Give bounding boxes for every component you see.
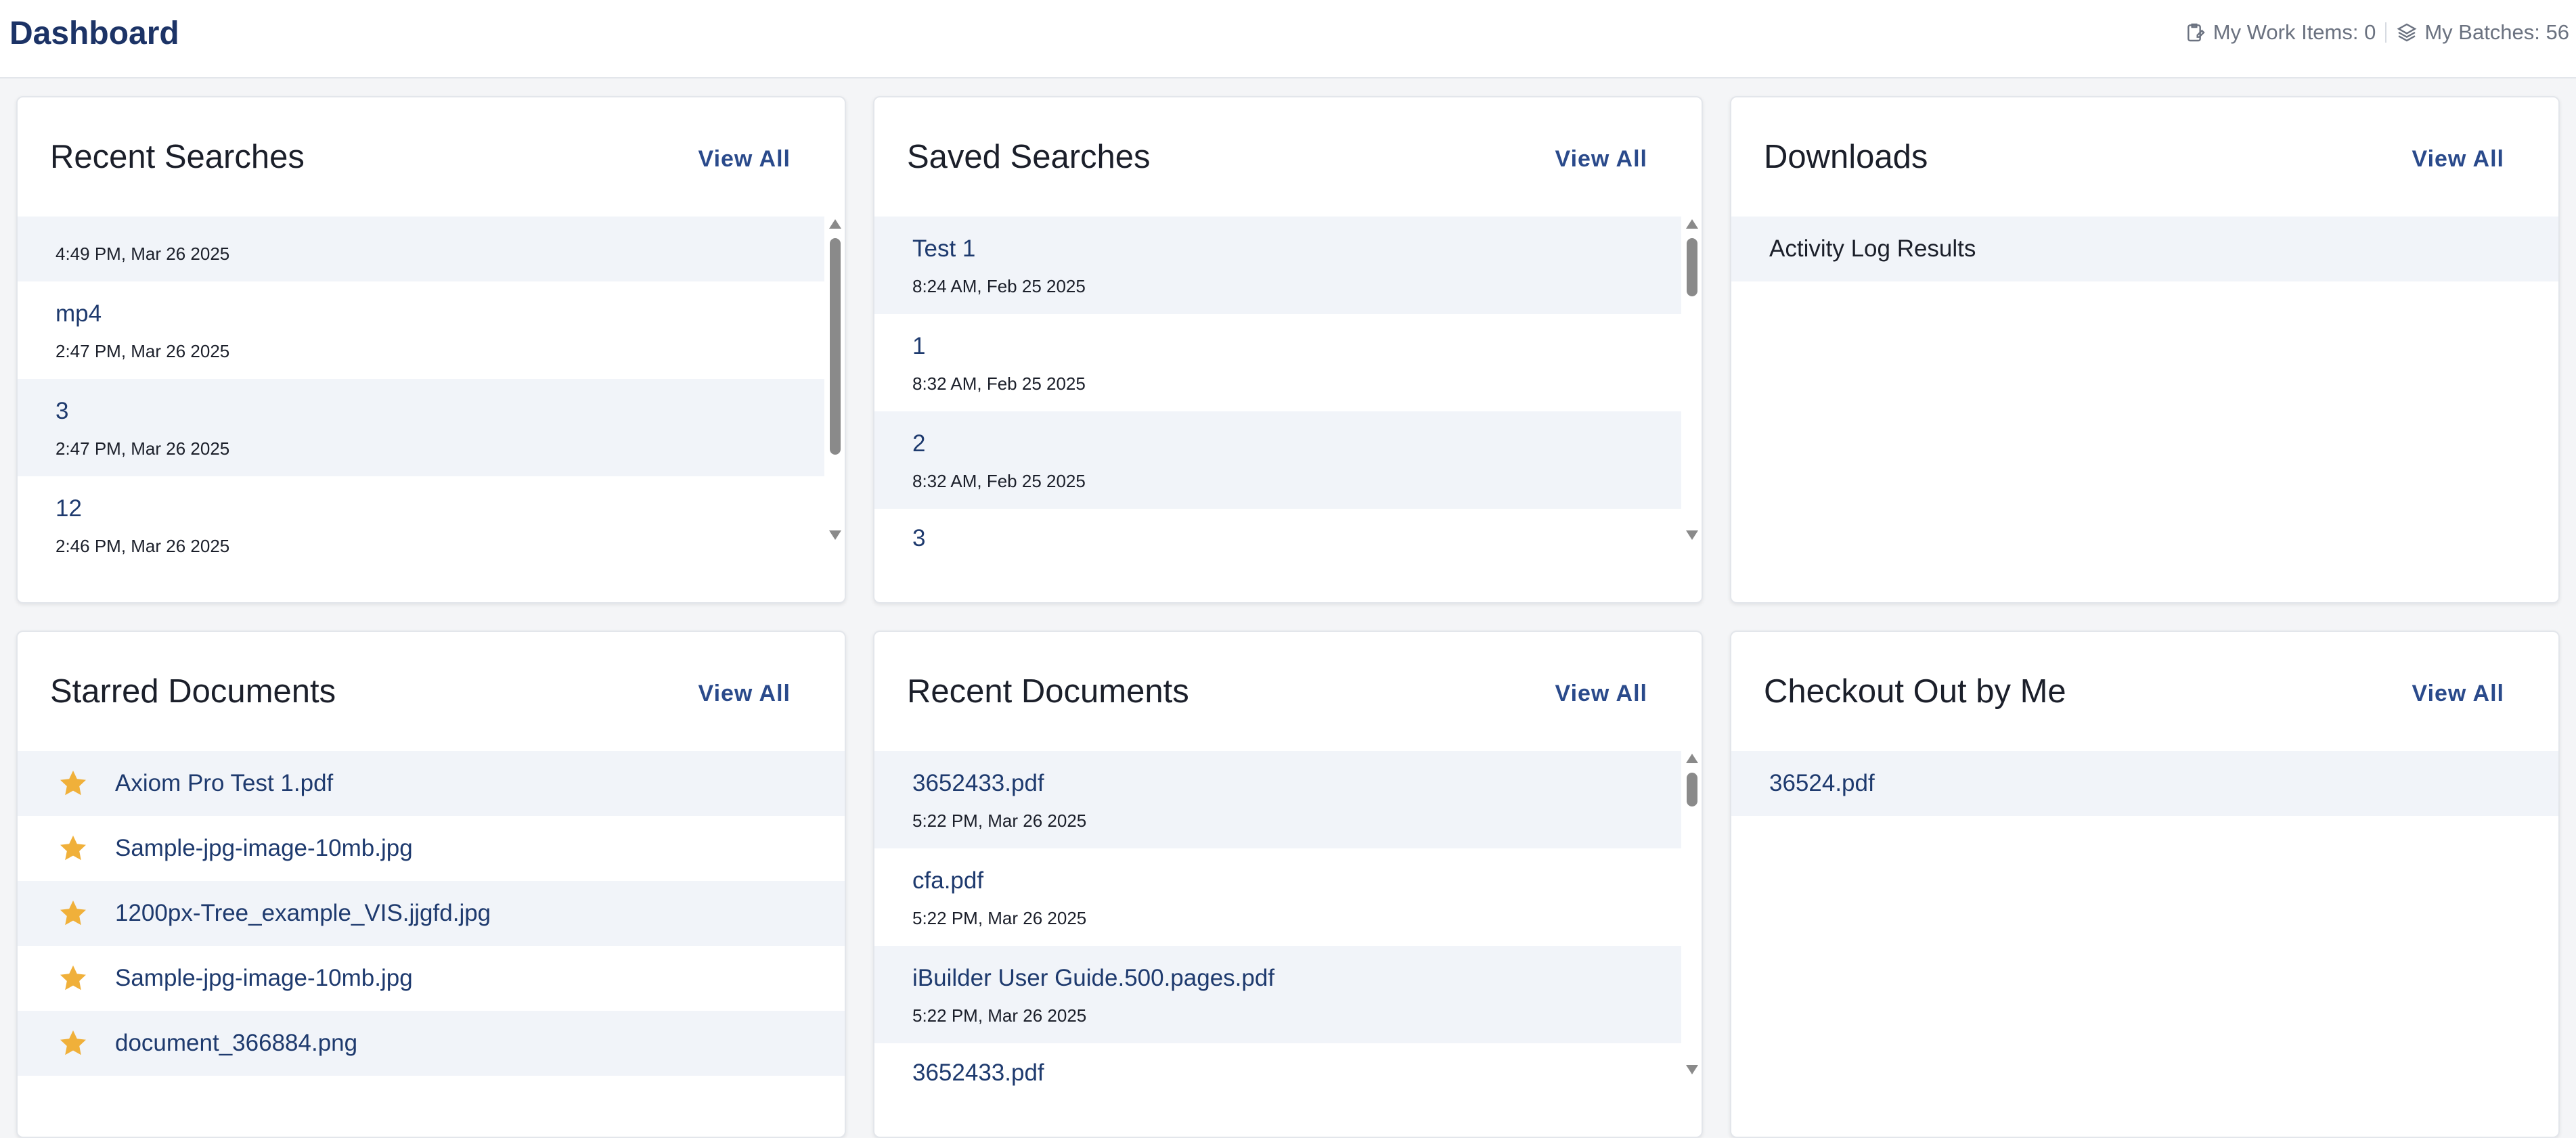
- item-date: 8:32 AM, Feb 25 2025: [912, 373, 1086, 394]
- item-name: 3652433.pdf: [912, 770, 1044, 796]
- star-icon[interactable]: [57, 1027, 89, 1060]
- header-divider: [2385, 22, 2387, 43]
- list-item[interactable]: 1200px-Tree_example_VIS.jjgfd.jpg: [18, 881, 845, 946]
- recent-searches-list: 4:49 PM, Mar 26 2025 mp4 2:47 PM, Mar 26…: [18, 217, 824, 574]
- list-item[interactable]: 2 8:32 AM, Feb 25 2025: [874, 411, 1681, 509]
- star-icon[interactable]: [57, 962, 89, 995]
- card-title: Recent Searches: [50, 139, 305, 175]
- item-date: 8:24 AM, Feb 25 2025: [912, 276, 1086, 296]
- card-title: Downloads: [1764, 139, 1928, 175]
- page-title: Dashboard: [9, 16, 179, 51]
- item-name: 3652433.pdf: [912, 1060, 1044, 1086]
- top-header: Dashboard My Work Items: 0 My Batches: 5…: [0, 0, 2576, 78]
- item-name: 1200px-Tree_example_VIS.jjgfd.jpg: [115, 900, 491, 926]
- scrollbar-thumb[interactable]: [1687, 773, 1697, 806]
- item-name: Axiom Pro Test 1.pdf: [115, 770, 334, 796]
- list-item[interactable]: cfa.pdf 5:22 PM, Mar 26 2025: [874, 848, 1681, 946]
- item-date: 2:46 PM, Mar 26 2025: [55, 536, 230, 556]
- item-name: 3: [912, 525, 926, 551]
- list-item[interactable]: 3 2:47 PM, Mar 26 2025: [18, 379, 824, 476]
- item-date: 8:32 AM, Feb 25 2025: [912, 471, 1086, 491]
- item-name: 3: [55, 398, 69, 424]
- item-name: cfa.pdf: [912, 867, 984, 894]
- header-stats: My Work Items: 0 My Batches: 56: [2185, 20, 2569, 45]
- layers-icon: [2396, 22, 2418, 43]
- list-item[interactable]: 3: [874, 509, 1681, 551]
- list-item[interactable]: Test 1 8:24 AM, Feb 25 2025: [874, 217, 1681, 314]
- scrollbar-thumb[interactable]: [830, 238, 841, 455]
- checked-out-view-all-button[interactable]: View All: [2412, 681, 2505, 707]
- item-name: 12: [55, 495, 82, 522]
- list-item[interactable]: Axiom Pro Test 1.pdf: [18, 751, 845, 816]
- recent-documents-scrollbar[interactable]: [1681, 751, 1702, 1081]
- item-date: 2:47 PM, Mar 26 2025: [55, 341, 230, 361]
- list-item[interactable]: 1 8:32 AM, Feb 25 2025: [874, 314, 1681, 411]
- checked-out-card: Checkout Out by Me View All 36524.pdf: [1730, 631, 2560, 1138]
- starred-documents-view-all-button[interactable]: View All: [698, 681, 791, 707]
- recent-documents-list: 3652433.pdf 5:22 PM, Mar 26 2025 cfa.pdf…: [874, 751, 1681, 1086]
- starred-documents-list: Axiom Pro Test 1.pdf Sample-jpg-image-10…: [18, 751, 845, 1076]
- starred-documents-card: Starred Documents View All Axiom Pro Tes…: [16, 631, 846, 1138]
- saved-searches-list: Test 1 8:24 AM, Feb 25 2025 1 8:32 AM, F…: [874, 217, 1681, 551]
- list-item[interactable]: mp4 2:47 PM, Mar 26 2025: [18, 281, 824, 379]
- card-title: Starred Documents: [50, 673, 336, 710]
- downloads-card: Downloads View All Activity Log Results: [1730, 96, 2560, 604]
- item-name: Sample-jpg-image-10mb.jpg: [115, 835, 413, 861]
- list-item[interactable]: 3652433.pdf: [874, 1043, 1681, 1086]
- item-date: 5:22 PM, Mar 26 2025: [912, 908, 1087, 928]
- scroll-up-arrow-icon[interactable]: [829, 219, 841, 229]
- scroll-down-arrow-icon[interactable]: [1686, 1065, 1698, 1074]
- item-name: iBuilder User Guide.500.pages.pdf: [912, 965, 1275, 991]
- item-date: 4:49 PM, Mar 26 2025: [55, 244, 230, 264]
- item-date: 5:22 PM, Mar 26 2025: [912, 811, 1087, 831]
- recent-documents-card: Recent Documents View All 3652433.pdf 5:…: [873, 631, 1703, 1138]
- saved-searches-card: Saved Searches View All Test 1 8:24 AM, …: [873, 96, 1703, 604]
- item-name: Activity Log Results: [1769, 235, 1976, 262]
- my-work-items-link[interactable]: My Work Items: 0: [2185, 20, 2376, 45]
- item-name: 2: [912, 430, 926, 457]
- checked-out-list: 36524.pdf: [1731, 751, 2558, 816]
- item-name: Sample-jpg-image-10mb.jpg: [115, 965, 413, 991]
- item-name: 1: [912, 333, 926, 359]
- card-title: Saved Searches: [907, 139, 1151, 175]
- list-item[interactable]: Sample-jpg-image-10mb.jpg: [18, 816, 845, 881]
- scroll-up-arrow-icon[interactable]: [1686, 219, 1698, 229]
- list-item[interactable]: Activity Log Results: [1731, 217, 2558, 281]
- star-icon[interactable]: [57, 897, 89, 930]
- scroll-down-arrow-icon[interactable]: [1686, 530, 1698, 540]
- saved-searches-view-all-button[interactable]: View All: [1555, 146, 1648, 173]
- recent-searches-card: Recent Searches View All 4:49 PM, Mar 26…: [16, 96, 846, 604]
- recent-documents-view-all-button[interactable]: View All: [1555, 681, 1648, 707]
- downloads-view-all-button[interactable]: View All: [2412, 146, 2505, 173]
- list-item[interactable]: document_366884.png: [18, 1011, 845, 1076]
- my-work-items-label: My Work Items: 0: [2213, 20, 2376, 44]
- star-icon[interactable]: [57, 767, 89, 800]
- item-name: mp4: [55, 300, 102, 327]
- scroll-down-arrow-icon[interactable]: [829, 530, 841, 540]
- my-batches-link[interactable]: My Batches: 56: [2396, 20, 2569, 45]
- list-item[interactable]: 12 2:46 PM, Mar 26 2025: [18, 476, 824, 574]
- card-title: Recent Documents: [907, 673, 1189, 710]
- scrollbar-thumb[interactable]: [1687, 238, 1697, 296]
- downloads-list: Activity Log Results: [1731, 217, 2558, 281]
- list-item[interactable]: 4:49 PM, Mar 26 2025: [18, 217, 824, 281]
- card-title: Checkout Out by Me: [1764, 673, 2066, 710]
- recent-searches-view-all-button[interactable]: View All: [698, 146, 791, 173]
- recent-searches-scrollbar[interactable]: [824, 217, 845, 547]
- list-item[interactable]: 3652433.pdf 5:22 PM, Mar 26 2025: [874, 751, 1681, 848]
- list-item[interactable]: 36524.pdf: [1731, 751, 2558, 816]
- item-date: 2:47 PM, Mar 26 2025: [55, 438, 230, 459]
- my-batches-label: My Batches: 56: [2424, 20, 2569, 44]
- scroll-up-arrow-icon[interactable]: [1686, 754, 1698, 763]
- item-name: Test 1: [912, 235, 976, 262]
- star-icon[interactable]: [57, 832, 89, 865]
- list-item[interactable]: Sample-jpg-image-10mb.jpg: [18, 946, 845, 1011]
- item-date: 5:22 PM, Mar 26 2025: [912, 1005, 1087, 1026]
- saved-searches-scrollbar[interactable]: [1681, 217, 1702, 547]
- item-name: document_366884.png: [115, 1030, 358, 1056]
- item-name: 36524.pdf: [1769, 770, 1875, 796]
- list-item[interactable]: iBuilder User Guide.500.pages.pdf 5:22 P…: [874, 946, 1681, 1043]
- clipboard-edit-icon: [2185, 22, 2206, 43]
